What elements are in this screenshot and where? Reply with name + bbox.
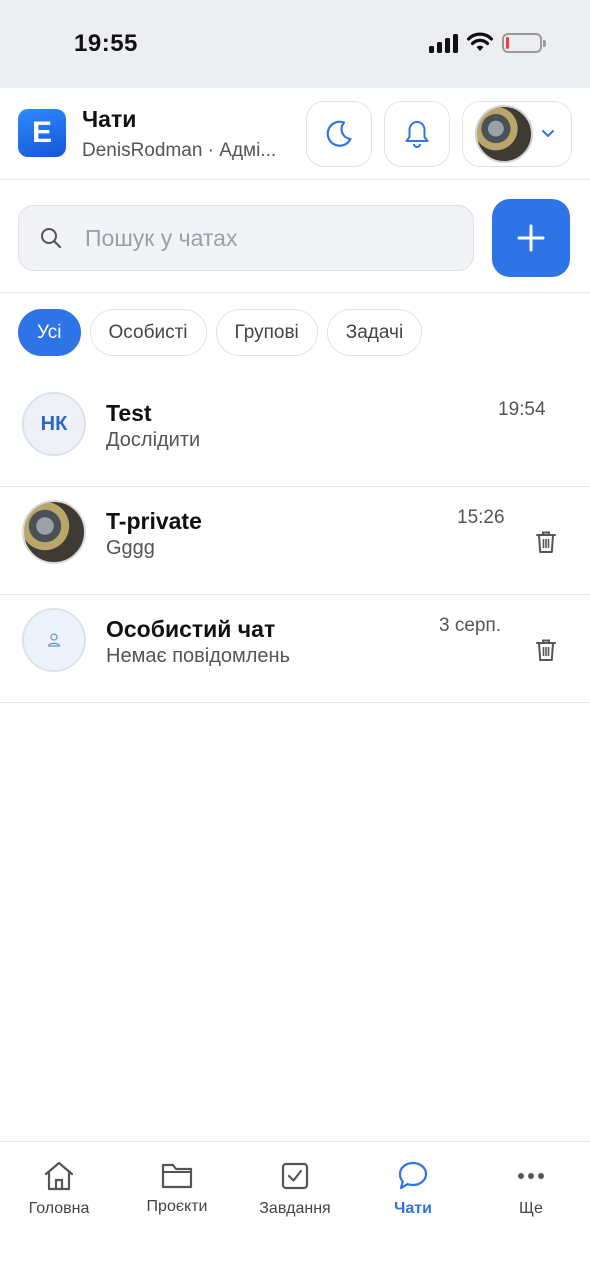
filter-personal[interactable]: Особисті <box>89 309 207 356</box>
nav-tasks[interactable]: Завдання <box>236 1142 354 1280</box>
status-icons <box>429 32 546 54</box>
nav-label: Головна <box>28 1200 90 1217</box>
chat-name: Test <box>106 400 152 426</box>
nav-chats[interactable]: Чати <box>354 1142 472 1280</box>
app-logo[interactable]: E <box>18 109 66 157</box>
home-icon <box>44 1161 74 1191</box>
nav-label: Чати <box>394 1200 432 1217</box>
chat-item[interactable]: Особистий чат Немає повідомлень 3 серп. <box>0 595 590 703</box>
user-subtitle: DenisRodman · Адмі... <box>82 140 277 161</box>
chat-item[interactable]: T-private Gggg 15:26 <box>0 487 590 595</box>
nav-label: Ще <box>519 1200 543 1217</box>
cellular-signal-icon <box>429 33 458 53</box>
filter-group[interactable]: Групові <box>215 309 318 356</box>
more-icon <box>518 1173 544 1179</box>
nav-label: Завдання <box>259 1200 331 1217</box>
status-bar: 19:55 <box>0 0 590 88</box>
battery-level <box>506 37 510 49</box>
chat-time: 19:54 <box>498 399 546 420</box>
notifications-button[interactable] <box>384 101 450 167</box>
chat-last-message: Немає повідомлень <box>106 645 291 667</box>
bottom-nav: Головна Проєкти Завдання Чати Ще <box>0 1141 590 1280</box>
bell-icon <box>405 121 429 148</box>
checkbox-icon <box>281 1162 309 1190</box>
nav-projects[interactable]: Проєкти <box>118 1142 236 1280</box>
filter-all[interactable]: Усі <box>18 309 81 356</box>
chevron-down-icon <box>542 130 554 138</box>
wifi-icon <box>466 32 494 51</box>
user-avatar <box>475 105 533 163</box>
search-box[interactable] <box>18 205 474 271</box>
battery-icon <box>502 33 546 53</box>
chat-last-message: Gggg <box>106 537 155 559</box>
chat-avatar-photo <box>22 500 86 564</box>
theme-toggle-button[interactable] <box>306 101 372 167</box>
trash-icon[interactable] <box>534 637 558 663</box>
chat-name: Особистий чат <box>106 616 276 642</box>
app-header: E Чати DenisRodman · Адмі... <box>0 88 590 180</box>
person-icon <box>47 633 61 647</box>
chat-item[interactable]: НК Test Дослідити 19:54 <box>0 379 590 487</box>
chat-icon <box>398 1161 428 1190</box>
moon-icon <box>326 120 352 147</box>
chat-time: 15:26 <box>457 507 505 528</box>
new-chat-button[interactable] <box>492 199 570 277</box>
nav-home[interactable]: Головна <box>0 1142 118 1280</box>
chat-avatar <box>22 608 86 672</box>
chat-avatar: НК <box>22 392 86 456</box>
divider <box>0 292 590 293</box>
plus-icon <box>517 224 545 252</box>
chat-name: T-private <box>106 508 202 534</box>
search-icon <box>41 228 62 249</box>
chat-filters: Усі Особисті Групові Задачі <box>18 309 423 356</box>
filter-tasks[interactable]: Задачі <box>326 309 423 356</box>
trash-icon[interactable] <box>534 529 558 555</box>
chat-last-message: Дослідити <box>106 429 201 451</box>
chat-time: 3 серп. <box>439 615 502 636</box>
page-title: Чати <box>82 106 137 132</box>
status-time: 19:55 <box>74 30 138 57</box>
nav-label: Проєкти <box>146 1198 208 1215</box>
nav-more[interactable]: Ще <box>472 1142 590 1280</box>
folder-icon <box>161 1163 193 1189</box>
search-input[interactable] <box>85 224 425 252</box>
profile-menu-button[interactable] <box>462 101 572 167</box>
logo-letter: E <box>31 116 52 149</box>
